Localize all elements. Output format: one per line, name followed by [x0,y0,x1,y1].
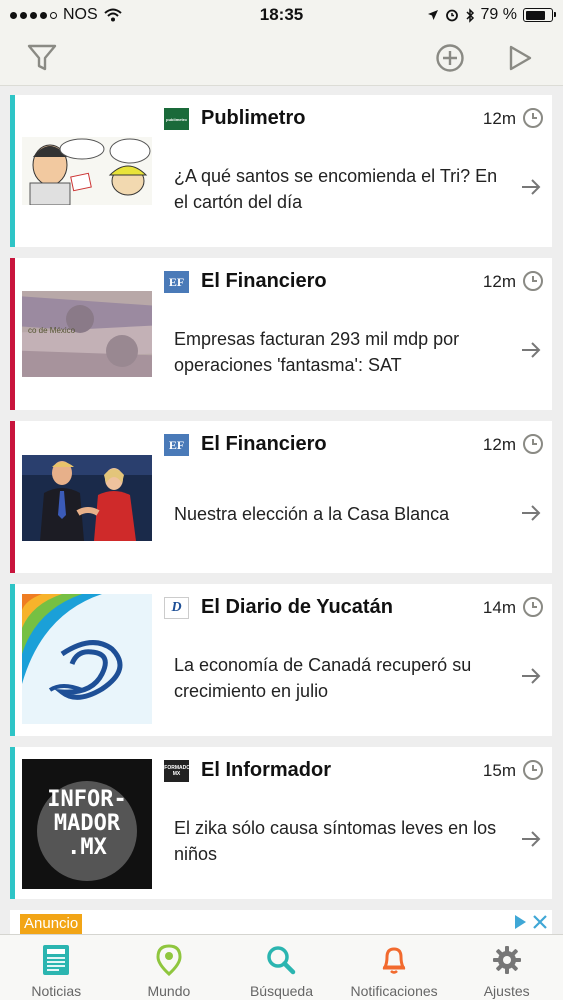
source-name: El Financiero [201,433,327,455]
tab-label: Notificaciones [350,983,438,999]
source-name: El Informador [201,759,332,781]
play-button[interactable] [502,40,538,76]
time-ago: 15m [482,761,516,780]
arrow-right-icon[interactable] [520,503,542,523]
alarm-icon [445,9,458,22]
source-logo: D [164,597,189,619]
arrow-right-icon[interactable] [520,340,542,360]
headline: ¿A qué santos se encomienda el Tri? En e… [174,166,498,212]
source-name: El Financiero [201,270,327,292]
time-ago: 12m [482,272,516,291]
top-toolbar [0,30,563,86]
filter-button[interactable] [24,40,60,76]
headline: La economía de Canadá recuperó su crecim… [174,655,472,701]
close-icon[interactable] [532,914,548,930]
thumb-text-line: MADOR [53,811,121,836]
status-bar: NOS 18:35 79 % [0,0,563,30]
gear-icon [492,946,521,974]
arrow-right-icon[interactable] [520,829,542,849]
source-logo: INFORMADOR MX [159,760,194,782]
card-accent-bar [10,258,15,410]
arrow-right-icon[interactable] [520,666,542,686]
bottom-tab-bar: Noticias Mundo Búsqueda Notificaciones A… [0,934,563,1000]
tab-ajustes[interactable]: Ajustes [450,935,563,1000]
tab-label: Noticias [31,983,82,999]
source-name: Publimetro [201,107,306,129]
bell-icon [382,947,406,974]
add-button[interactable] [432,40,468,76]
battery-icon [523,8,556,22]
card-accent-bar [10,584,15,736]
time-ago: 12m [482,109,516,128]
wifi-icon [104,8,122,22]
card-accent-bar [10,747,15,899]
source-logo: publimetro [164,108,189,130]
debate-photo [22,455,152,541]
source-logo: EF [164,434,189,456]
news-card[interactable]: INFOR- MADOR .MX INFORMADOR MX El Inform… [10,747,552,899]
news-card[interactable]: co de México EF El Financiero 12m Empres… [10,258,552,410]
newspaper-icon [43,945,70,975]
bluetooth-icon [466,7,474,23]
arrow-right-icon[interactable] [520,177,542,197]
tab-notificaciones[interactable]: Notificaciones [338,935,451,1000]
tab-busqueda[interactable]: Búsqueda [225,935,338,1000]
battery-percentage: 79 % [480,6,517,23]
filter-icon [27,44,57,71]
clock-icon [523,434,543,454]
carrier-name: NOS [63,6,98,23]
ad-label: Anuncio [20,914,83,934]
clock-icon [523,108,543,128]
svg-text:co de México: co de México [28,326,76,335]
tab-label: Ajustes [483,983,530,999]
clock-time: 18:35 [259,5,304,24]
news-card[interactable]: D El Diario de Yucatán 14m La economía d… [10,584,552,736]
cartoon-image [22,137,152,205]
thumb-text-line: .MX [67,835,107,860]
thumb-text-line: INFOR- [47,787,127,812]
news-thumbnail [22,137,152,205]
tab-label: Mundo [147,983,191,999]
news-thumbnail: co de México [22,291,152,377]
play-icon [509,45,532,71]
tab-label: Búsqueda [249,983,314,999]
news-card[interactable]: publimetro Publimetro 12m ¿A qué santos … [10,95,552,247]
diario-yucatan-logo-image [22,594,152,724]
headline: Empresas facturan 293 mil mdp por operac… [174,329,460,375]
headline: Nuestra elección a la Casa Blanca [174,504,450,524]
plus-circle-icon [436,44,464,72]
time-ago: 12m [482,435,516,454]
ad-banner[interactable]: Anuncio [10,910,552,934]
news-thumbnail [22,455,152,541]
news-thumbnail [22,594,152,724]
tab-noticias[interactable]: Noticias [0,935,113,1000]
time-ago: 14m [482,598,516,617]
map-pin-icon [156,944,182,976]
card-accent-bar [10,421,15,573]
clock-icon [523,597,543,617]
adchoices-icon[interactable] [512,913,528,931]
card-accent-bar [10,95,15,247]
banknotes-image: co de México [22,291,152,377]
clock-icon [523,271,543,291]
search-icon [267,946,296,975]
news-card[interactable]: EF El Financiero 12m Nuestra elección a … [10,421,552,573]
news-thumbnail: INFOR- MADOR .MX [22,759,152,889]
source-logo: EF [164,271,189,293]
source-name: El Diario de Yucatán [201,596,393,618]
tab-mundo[interactable]: Mundo [113,935,226,1000]
headline: El zika sólo causa síntomas leves en los… [174,818,497,864]
location-arrow-icon [427,10,438,20]
signal-strength-icon [10,11,57,19]
clock-icon [523,760,543,780]
